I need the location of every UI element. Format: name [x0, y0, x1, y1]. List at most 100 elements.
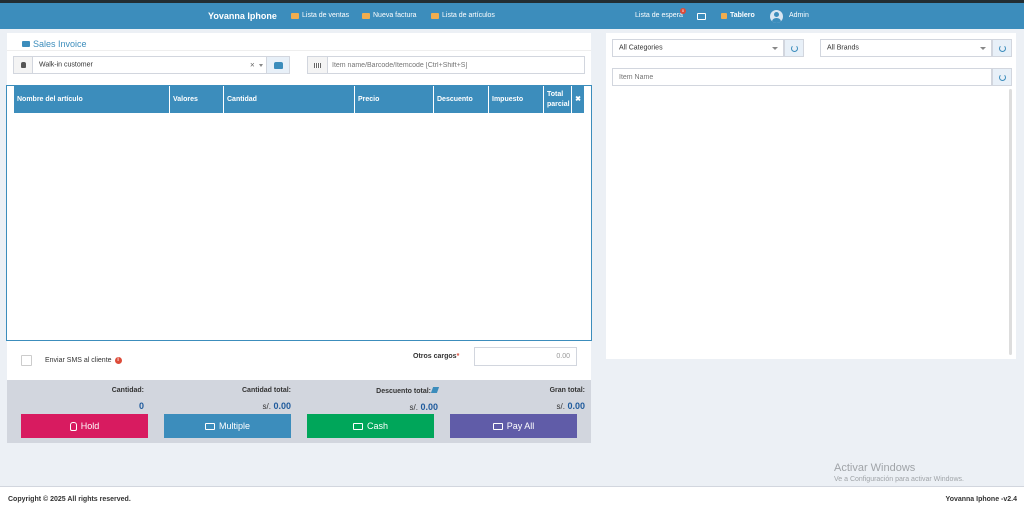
cash-button-label: Cash [366, 421, 388, 431]
other-charges-input[interactable]: 0.00 [474, 347, 577, 366]
sms-checkbox[interactable] [21, 355, 32, 366]
shopping-cart-icon [22, 41, 30, 47]
brand-select[interactable]: All Brands [820, 39, 992, 57]
item-catalog-panel: All Categories All Brands [606, 33, 1016, 359]
grand-total-currency: s/. [556, 402, 565, 411]
reset-category-button[interactable] [784, 39, 804, 57]
nav-items-list-label: Lista de artículos [442, 12, 495, 19]
customer-addon [14, 57, 33, 73]
monitor-icon[interactable] [697, 13, 706, 20]
waitlist-count-badge: 0 [680, 8, 686, 14]
customer-value: Walk-in customer [39, 61, 93, 69]
nav-dashboard[interactable]: Tablero [721, 12, 755, 19]
sms-label: Enviar SMS al cliente i [45, 357, 122, 364]
reset-item-name-button[interactable] [992, 68, 1012, 86]
total-discount-label: Descuento total: [376, 388, 431, 395]
list-icon [291, 12, 299, 19]
nav-dashboard-label: Tablero [730, 12, 755, 19]
chevron-down-icon [772, 47, 778, 50]
total-quantity-label: Cantidad total: [242, 387, 291, 394]
category-value: All Categories [619, 44, 663, 52]
total-quantity-value: 0.00 [273, 401, 291, 411]
quantity-value: 0 [138, 401, 144, 411]
nav-new-invoice-label: Nueva factura [373, 12, 417, 19]
user-icon [20, 62, 26, 68]
item-search-field[interactable] [307, 56, 585, 74]
item-name-field[interactable] [612, 68, 992, 86]
other-charges-label-text: Otros cargos [413, 353, 457, 360]
nav-sales-list-label: Lista de ventas [302, 12, 350, 19]
total-quantity-summary: Cantidad total: s/. 0.00 [167, 387, 291, 411]
item-search-input[interactable] [332, 59, 580, 71]
chevron-down-icon[interactable] [259, 64, 263, 67]
divider [7, 50, 591, 51]
pencil-icon[interactable] [430, 387, 440, 393]
grand-total-value: 0.00 [567, 401, 585, 411]
nav-new-invoice[interactable]: Nueva factura [362, 12, 417, 19]
clear-all-icon[interactable]: ✖ [572, 86, 584, 113]
user-avatar[interactable] [770, 10, 783, 23]
col-discount: Descuento [434, 86, 489, 113]
info-icon[interactable]: i [114, 357, 122, 364]
refresh-icon [998, 73, 1006, 81]
other-charges-value: 0.00 [556, 353, 570, 360]
table-header: Nombre del artículo Valores Cantidad Pre… [14, 86, 584, 113]
windows-activation-title: Activar Windows [834, 462, 916, 474]
col-quantity: Cantidad [224, 86, 355, 113]
chevron-down-icon [980, 47, 986, 50]
col-price: Precio [355, 86, 434, 113]
sms-label-text: Enviar SMS al cliente [45, 357, 112, 364]
quantity-summary: Cantidad: 0 [21, 387, 144, 411]
required-mark: * [456, 353, 460, 360]
version-text: Yovanna Iphone -v2.4 [945, 496, 1017, 503]
category-select[interactable]: All Categories [612, 39, 784, 57]
refresh-icon [790, 44, 798, 52]
page-footer: Copyright © 2025 All rights reserved. Yo… [0, 486, 1024, 509]
customer-select[interactable]: Walk-in customer × [13, 56, 267, 74]
barcode-addon [308, 57, 328, 73]
calculator-icon [362, 12, 370, 19]
nav-sales-list[interactable]: Lista de ventas [291, 12, 349, 19]
dashboard-icon [721, 12, 727, 19]
money-icon [492, 422, 503, 430]
credit-card-icon [204, 422, 215, 430]
refresh-icon [998, 44, 1006, 52]
multiple-payment-button[interactable]: Multiple [164, 414, 291, 438]
hold-button[interactable]: Hold [21, 414, 148, 438]
invoice-items-table: Nombre del artículo Valores Cantidad Pre… [6, 85, 592, 341]
brand-logo[interactable]: Yovanna Iphone [208, 11, 277, 21]
nav-waitlist-label: Lista de espera [635, 12, 683, 19]
nav-user-menu[interactable]: Admin [789, 12, 809, 19]
pay-all-button[interactable]: Pay All [450, 414, 577, 438]
nav-waitlist[interactable]: Lista de espera [635, 12, 683, 19]
col-tax: Impuesto [489, 86, 544, 113]
total-discount-value: 0.00 [420, 402, 438, 412]
col-item-name: Nombre del artículo [14, 86, 170, 113]
cash-button[interactable]: Cash [307, 414, 434, 438]
other-charges-label: Otros cargos* [413, 353, 459, 360]
total-discount-currency: s/. [409, 403, 418, 412]
nav-items-list[interactable]: Lista de artículos [431, 12, 495, 19]
user-plus-icon [273, 61, 283, 69]
reset-brand-button[interactable] [992, 39, 1012, 57]
sales-invoice-title: Sales Invoice [22, 39, 87, 49]
windows-activation-subtitle: Ve a Configuración para activar Windows. [834, 476, 964, 483]
copyright-text: Copyright © 2025 All rights reserved. [8, 496, 131, 503]
catalog-scrollbar[interactable] [1009, 89, 1012, 355]
cubes-icon [431, 12, 439, 19]
grand-total-label: Gran total: [549, 387, 585, 394]
add-customer-button[interactable] [266, 56, 290, 74]
col-subtotal: Total parcial [544, 86, 572, 113]
hold-button-label: Hold [80, 421, 100, 431]
brand-value: All Brands [827, 44, 859, 52]
hand-icon [69, 421, 77, 431]
user-name: Admin [789, 12, 809, 19]
clear-customer-icon[interactable]: × [250, 61, 255, 70]
item-name-input[interactable] [619, 71, 979, 83]
sales-invoice-title-text: Sales Invoice [33, 39, 87, 49]
multiple-button-label: Multiple [218, 421, 250, 431]
sales-invoice-panel: Sales Invoice Walk-in customer × Nombre … [6, 33, 592, 443]
total-discount-summary: Descuento total: s/. 0.00 [307, 387, 440, 412]
quantity-label: Cantidad: [111, 387, 144, 394]
total-quantity-currency: s/. [262, 402, 271, 411]
